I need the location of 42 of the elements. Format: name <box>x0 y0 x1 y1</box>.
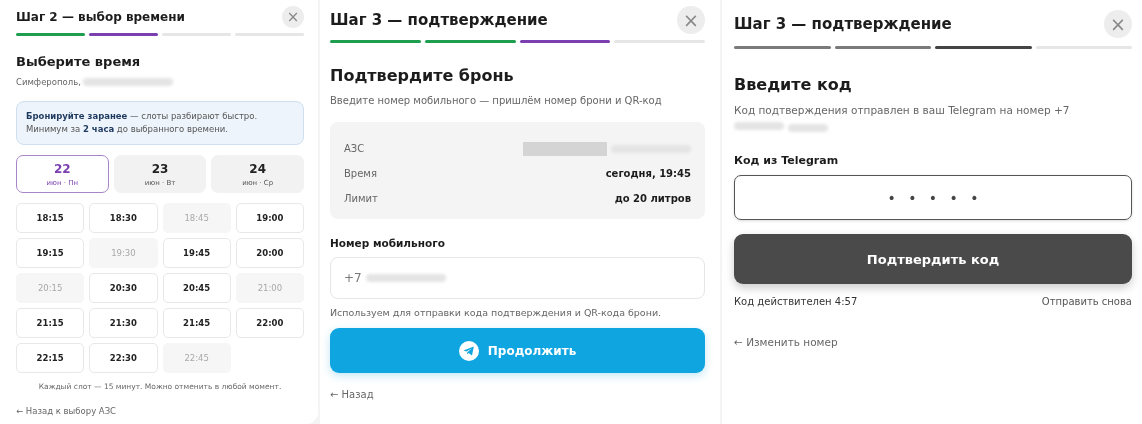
resend-link[interactable]: Отправить снова <box>1041 296 1132 307</box>
field-label: Код из Telegram <box>734 154 840 167</box>
time-slot[interactable]: 22:00 <box>235 308 304 339</box>
hint-text: Используем для отправки кода подтверждения и QR-кода брони. <box>330 307 663 318</box>
back-link[interactable]: ← Назад к выбору АЗС <box>16 406 117 417</box>
time-slot[interactable]: 19:00 <box>235 203 304 234</box>
time-slot[interactable]: 20:45 <box>162 273 231 304</box>
time-slot[interactable]: 20:00 <box>235 238 304 269</box>
back-link[interactable]: ← Назад <box>330 389 374 400</box>
subtitle: Код подтверждения отправлен в ваш Telegram на номер +7 <box>734 104 1070 116</box>
summary-label: АЗС <box>344 143 365 154</box>
subtitle: Введите номер мобильного — пришлём номер брони и QR-код <box>330 95 663 106</box>
heading: Выберите время <box>16 54 142 69</box>
heading: Подтвердите бронь <box>330 66 515 85</box>
summary-value: до 20 литров <box>614 193 691 204</box>
step-title: Шаг 2 — выбор времени <box>16 10 185 24</box>
heading: Введите код <box>734 75 853 94</box>
confirm-code-button[interactable]: Подтвердить код <box>734 234 1132 284</box>
summary-value: сегодня, 19:45 <box>605 168 691 179</box>
change-number-link[interactable]: ← Изменить номер <box>734 336 838 348</box>
time-slot[interactable]: 18:30 <box>89 203 158 234</box>
time-slot[interactable]: 22:30 <box>89 343 158 374</box>
paper-plane-icon <box>458 340 479 361</box>
field-label: Номер мобильного <box>330 237 446 249</box>
timer-text: Код действителен 4:57 <box>734 296 858 307</box>
step-title: Шаг 3 — подтверждение <box>734 15 952 33</box>
time-slot[interactable]: 19:45 <box>162 238 231 269</box>
code-field[interactable]: • • • • • <box>734 175 1132 220</box>
step-title: Шаг 3 — подтверждение <box>330 11 548 29</box>
time-slot[interactable]: 22:15 <box>16 343 85 374</box>
info-notice: Бронируйте заранее — слоты разбирают быстро. Минимум за 2 часа до выбранного времени. <box>16 101 304 146</box>
time-slot[interactable]: 21:30 <box>89 308 158 339</box>
time-slot[interactable]: 18:15 <box>16 203 85 234</box>
summary-label: Лимит <box>344 193 378 204</box>
phone-field[interactable]: +7 <box>330 257 705 299</box>
city-text: Симферополь, <box>16 77 81 87</box>
time-slot[interactable]: 19:15 <box>16 238 85 269</box>
summary-label: Время <box>344 168 377 179</box>
time-slot[interactable]: 20:30 <box>89 273 158 304</box>
time-slot[interactable]: 21:45 <box>162 308 231 339</box>
time-slot[interactable]: 21:15 <box>16 308 85 339</box>
redaction-mark <box>788 124 828 132</box>
